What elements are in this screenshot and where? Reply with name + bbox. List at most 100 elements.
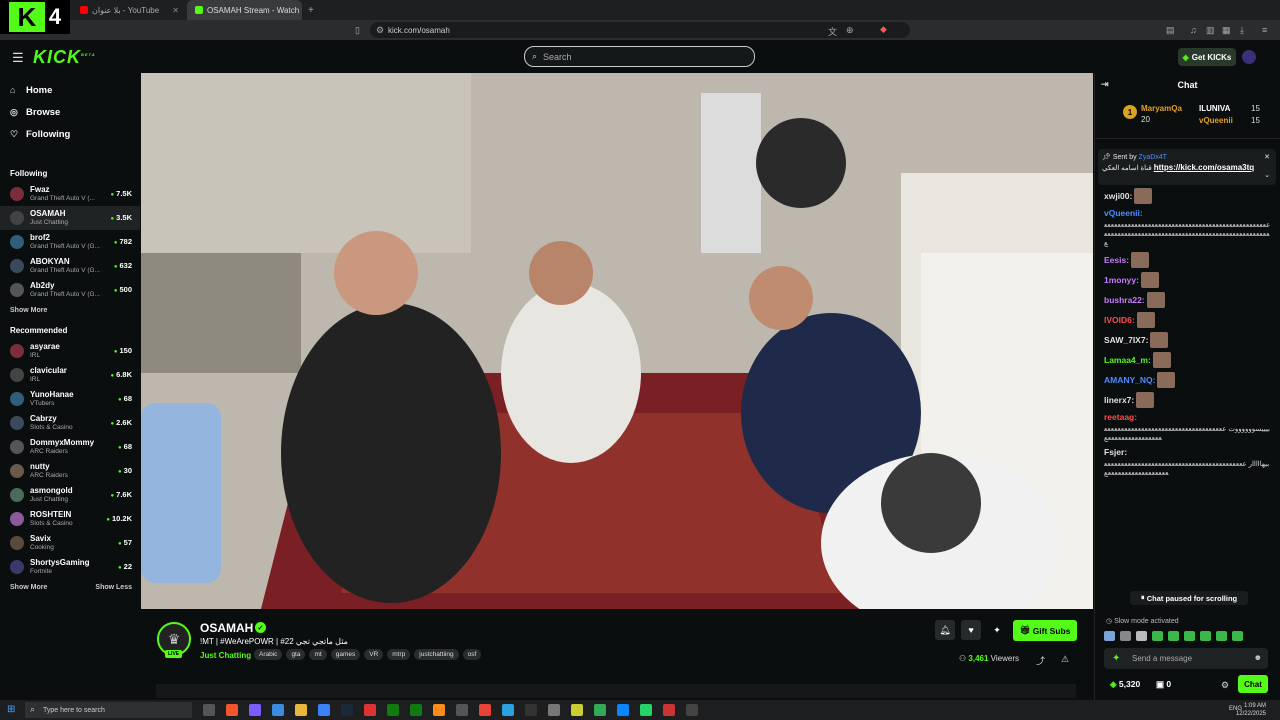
nav-browse[interactable]: ◎ Browse — [0, 101, 140, 123]
search-input[interactable]: ⌕ Search — [524, 46, 755, 67]
chat-username[interactable]: reetaag: — [1104, 412, 1137, 423]
taskbar-search-input[interactable]: ⌕ Type here to search — [25, 702, 192, 718]
user-avatar[interactable] — [1242, 50, 1256, 64]
app-icon[interactable] — [502, 704, 514, 716]
terminal-icon[interactable] — [686, 704, 698, 716]
steam-icon[interactable] — [341, 704, 353, 716]
app-icon[interactable] — [364, 704, 376, 716]
windows-start-icon[interactable]: ⊞ — [7, 704, 15, 715]
emote-button[interactable] — [1168, 631, 1179, 641]
chat-message-input[interactable]: ✦ Send a message ☻ — [1104, 648, 1268, 669]
emote-button[interactable] — [1216, 631, 1227, 641]
share-icon[interactable]: ⤴ — [1036, 654, 1045, 667]
show-more-following[interactable]: Show More — [10, 307, 47, 314]
chat-paused-banner[interactable]: ⏸︎ Chat paused for scrolling — [1130, 591, 1248, 605]
send-chat-button[interactable]: Chat — [1238, 675, 1268, 693]
brave-icon[interactable] — [226, 704, 238, 716]
chat-username[interactable]: vQueenii: — [1104, 208, 1143, 219]
chat-username[interactable]: linerx7: — [1104, 395, 1134, 406]
stream-tag[interactable]: Arabic — [254, 649, 283, 660]
chat-settings-gear-icon[interactable]: ⚙ — [1221, 680, 1229, 691]
recommended-item[interactable]: CabrzySlots & Casino2.6K — [0, 411, 140, 435]
following-item[interactable]: FwazGrand Theft Auto V (...7.5K — [0, 182, 140, 206]
chat-username[interactable]: bushra22: — [1104, 295, 1145, 306]
emote-button[interactable] — [1120, 631, 1131, 641]
emote-button[interactable] — [1232, 631, 1243, 641]
recommended-item[interactable]: SavixCooking 57 — [0, 531, 140, 555]
chat-username[interactable]: SAW_7IX7: — [1104, 335, 1148, 346]
system-clock[interactable]: 1:09 AM 12/22/2025 — [1236, 702, 1266, 718]
recommended-item[interactable]: DommyxMommyARC Raiders 68 — [0, 435, 140, 459]
show-more-recommended[interactable]: Show More — [10, 584, 47, 591]
tab-kick[interactable]: OSAMAH Stream - Watch Live✕ — [187, 0, 302, 20]
translate-icon[interactable]: 文 — [828, 25, 837, 38]
app-icon[interactable] — [594, 704, 606, 716]
chat-username[interactable]: Lamaa4_m: — [1104, 355, 1151, 366]
emote-button[interactable] — [1136, 631, 1147, 641]
bookmark-icon[interactable]: ▯ — [355, 25, 360, 36]
app-icon[interactable] — [548, 704, 560, 716]
subs-count[interactable]: ▣ 0 — [1156, 679, 1171, 690]
chevron-down-icon[interactable]: ⌄ — [1264, 171, 1270, 179]
zoom-icon[interactable]: ⊕ — [846, 25, 854, 36]
music-icon[interactable]: ♫ — [1190, 25, 1197, 35]
app-icon[interactable] — [617, 704, 629, 716]
stream-tag[interactable]: gta — [286, 649, 306, 660]
notification-bell-button[interactable]: 🔔︎ — [935, 620, 955, 640]
stream-tag[interactable]: mtrp — [387, 649, 411, 660]
site-info-icon[interactable]: ⚙ — [376, 25, 384, 36]
nav-following[interactable]: ♡ Following — [0, 123, 140, 145]
excel-icon[interactable] — [410, 704, 422, 716]
chat-username[interactable]: 1monyy: — [1104, 275, 1139, 286]
stream-tag[interactable]: osf — [462, 649, 482, 660]
brave-shield-icon[interactable]: ◆ — [880, 24, 887, 35]
reading-list-icon[interactable]: ▥ — [1206, 25, 1215, 36]
channel-name[interactable]: OSAMAH — [200, 621, 253, 635]
sidebar-toggle-icon[interactable]: ▤ — [1166, 25, 1175, 36]
recommended-item[interactable]: ShortysGamingFortnite 22 — [0, 555, 140, 579]
recommended-item[interactable]: clavicularIRL6.8K — [0, 363, 140, 387]
recommended-item[interactable]: nuttyARC Raiders 30 — [0, 459, 140, 483]
app-icon[interactable] — [663, 704, 675, 716]
following-item[interactable]: ABOKYANGrand Theft Auto V (G... 632 — [0, 254, 140, 278]
emote-button[interactable] — [1200, 631, 1211, 641]
kick-logo[interactable]: KICKBETA — [33, 47, 96, 68]
whatsapp-icon[interactable] — [640, 704, 652, 716]
app-icon[interactable] — [318, 704, 330, 716]
url-field[interactable]: ⚙ kick.com/osamah 文 ⊕ ◆ — [370, 22, 910, 38]
kicks-balance[interactable]: ◈ 5,320 — [1110, 679, 1140, 690]
recommended-item[interactable]: YunoHanaeVTubers 68 — [0, 387, 140, 411]
app-icon[interactable] — [525, 704, 537, 716]
hamburger-menu-icon[interactable]: ☰ — [12, 50, 24, 66]
stream-tag[interactable]: justchattiing — [414, 649, 459, 660]
emote-button[interactable] — [1152, 631, 1163, 641]
boost-icon[interactable]: ✦ — [987, 620, 1007, 640]
close-icon[interactable]: ✕ — [172, 6, 179, 15]
stream-tag[interactable]: mt — [309, 649, 327, 660]
leader-3-name[interactable]: vQueenii — [1199, 116, 1233, 125]
app-icon[interactable] — [249, 704, 261, 716]
following-item[interactable]: Ab2dyGrand Theft Auto V (G... 500 — [0, 278, 140, 302]
collapse-chat-icon[interactable]: ⇥ — [1101, 79, 1109, 90]
stream-category[interactable]: Just Chatting — [200, 651, 251, 660]
app-icon[interactable] — [456, 704, 468, 716]
show-less-button[interactable]: Show Less — [95, 584, 132, 591]
tab-youtube[interactable]: بلا عنوان - YouTube ✕ — [72, 0, 187, 20]
recommended-item[interactable]: ROSHTEINSlots & Casino10.2K — [0, 507, 140, 531]
chat-username[interactable]: lVOID6: — [1104, 315, 1135, 326]
pinned-user[interactable]: ZyaDx4T — [1139, 154, 1167, 161]
unpin-icon[interactable]: ✕ — [1264, 153, 1270, 161]
get-kicks-button[interactable]: ◈ Get KICKs — [1178, 48, 1236, 66]
emote-button[interactable] — [1184, 631, 1195, 641]
sparkle-icon[interactable]: ✦ — [1112, 653, 1120, 664]
following-item[interactable]: OSAMAHJust Chatting3.5K — [0, 206, 140, 230]
new-tab-button[interactable]: + — [308, 5, 314, 16]
recommended-item[interactable]: asmongoldJust Chatting7.6K — [0, 483, 140, 507]
chat-username[interactable]: xwji00: — [1104, 191, 1132, 202]
emote-button[interactable] — [1104, 631, 1115, 641]
chat-username[interactable]: AMANY_NQ: — [1104, 375, 1155, 386]
chrome-icon[interactable] — [479, 704, 491, 716]
leader-2-name[interactable]: ILUNIVA — [1199, 104, 1230, 113]
follow-heart-button[interactable]: ♥ — [961, 620, 981, 640]
stream-tag[interactable]: VR — [364, 649, 384, 660]
